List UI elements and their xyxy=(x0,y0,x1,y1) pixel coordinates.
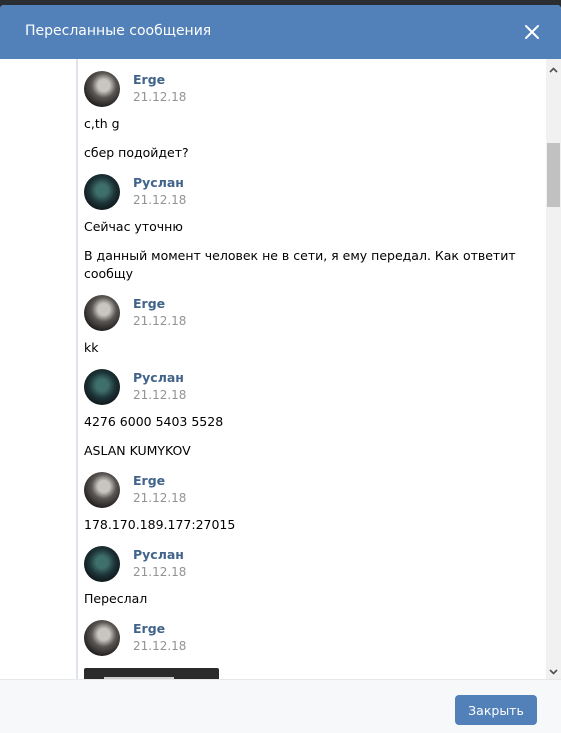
message-list: Erge 21.12.18 c,th g сбер подойдет? Руслан 21… xyxy=(84,59,544,679)
message-author-row: Erge 21.12.18 xyxy=(84,472,544,508)
modal-footer: Закрыть xyxy=(0,679,561,733)
avatar[interactable] xyxy=(84,369,120,405)
avatar[interactable] xyxy=(84,71,120,107)
avatar[interactable] xyxy=(84,174,120,210)
author-name[interactable]: Руслан xyxy=(133,175,184,190)
message-text: Сейчас уточню xyxy=(84,219,183,234)
message-block: Руслан 21.12.18 4276 6000 5403 5528 ASLAN K… xyxy=(84,369,544,460)
message-author-row: Erge 21.12.18 xyxy=(84,620,544,656)
message-date[interactable]: 21.12.18 xyxy=(133,565,186,579)
image-attachment[interactable] xyxy=(84,668,219,679)
author-name[interactable]: Руслан xyxy=(133,547,184,562)
author-name[interactable]: Erge xyxy=(133,72,165,87)
message-text: Переслал xyxy=(84,591,148,606)
scroll-down-icon[interactable] xyxy=(548,666,559,677)
message-block: Erge 21.12.18 kk xyxy=(84,295,544,357)
message-text: ASLAN KUMYKOV xyxy=(84,443,191,458)
message-date[interactable]: 21.12.18 xyxy=(133,388,186,402)
message-text: kk xyxy=(84,340,99,355)
scroll-thumb[interactable] xyxy=(547,143,560,207)
modal-body: Erge 21.12.18 c,th g сбер подойдет? Руслан 21… xyxy=(0,59,561,679)
close-icon[interactable] xyxy=(521,21,543,43)
author-name[interactable]: Erge xyxy=(133,621,165,636)
author-name[interactable]: Erge xyxy=(133,296,165,311)
message-author-row: Руслан 21.12.18 xyxy=(84,546,544,582)
message-block: Erge 21.12.18 178.170.189.177:27015 xyxy=(84,472,544,534)
message-author-row: Руслан 21.12.18 xyxy=(84,174,544,210)
scrollbar[interactable] xyxy=(546,59,561,679)
message-block: Erge 21.12.18 xyxy=(84,620,544,679)
message-date[interactable]: 21.12.18 xyxy=(133,639,186,653)
message-date[interactable]: 21.12.18 xyxy=(133,193,186,207)
close-button[interactable]: Закрыть xyxy=(455,695,537,725)
message-date[interactable]: 21.12.18 xyxy=(133,491,186,505)
message-block: Erge 21.12.18 c,th g сбер подойдет? xyxy=(84,71,544,162)
avatar[interactable] xyxy=(84,295,120,331)
avatar[interactable] xyxy=(84,546,120,582)
avatar[interactable] xyxy=(84,620,120,656)
forwarded-messages-modal: Пересланные сообщения Erge 21.12.18 c,th g… xyxy=(0,5,561,733)
forwarded-thread: Erge 21.12.18 c,th g сбер подойдет? Руслан 21… xyxy=(76,59,546,679)
author-name[interactable]: Руслан xyxy=(133,370,184,385)
message-author-row: Erge 21.12.18 xyxy=(84,71,544,107)
message-block: Руслан 21.12.18 Переслал xyxy=(84,546,544,608)
message-text: В данный момент человек не в сети, я ему… xyxy=(84,248,516,281)
message-date[interactable]: 21.12.18 xyxy=(133,314,186,328)
avatar[interactable] xyxy=(84,472,120,508)
message-text: 178.170.189.177:27015 xyxy=(84,517,236,532)
message-author-row: Руслан 21.12.18 xyxy=(84,369,544,405)
message-block: Руслан 21.12.18 Сейчас уточню В данный моме… xyxy=(84,174,544,283)
message-text: c,th g xyxy=(84,116,120,131)
message-text: 4276 6000 5403 5528 xyxy=(84,414,224,429)
scroll-up-icon[interactable] xyxy=(548,65,559,76)
author-name[interactable]: Erge xyxy=(133,473,165,488)
message-date[interactable]: 21.12.18 xyxy=(133,90,186,104)
modal-header: Пересланные сообщения xyxy=(0,5,561,59)
message-text: сбер подойдет? xyxy=(84,145,189,160)
message-author-row: Erge 21.12.18 xyxy=(84,295,544,331)
modal-title: Пересланные сообщения xyxy=(25,23,212,39)
